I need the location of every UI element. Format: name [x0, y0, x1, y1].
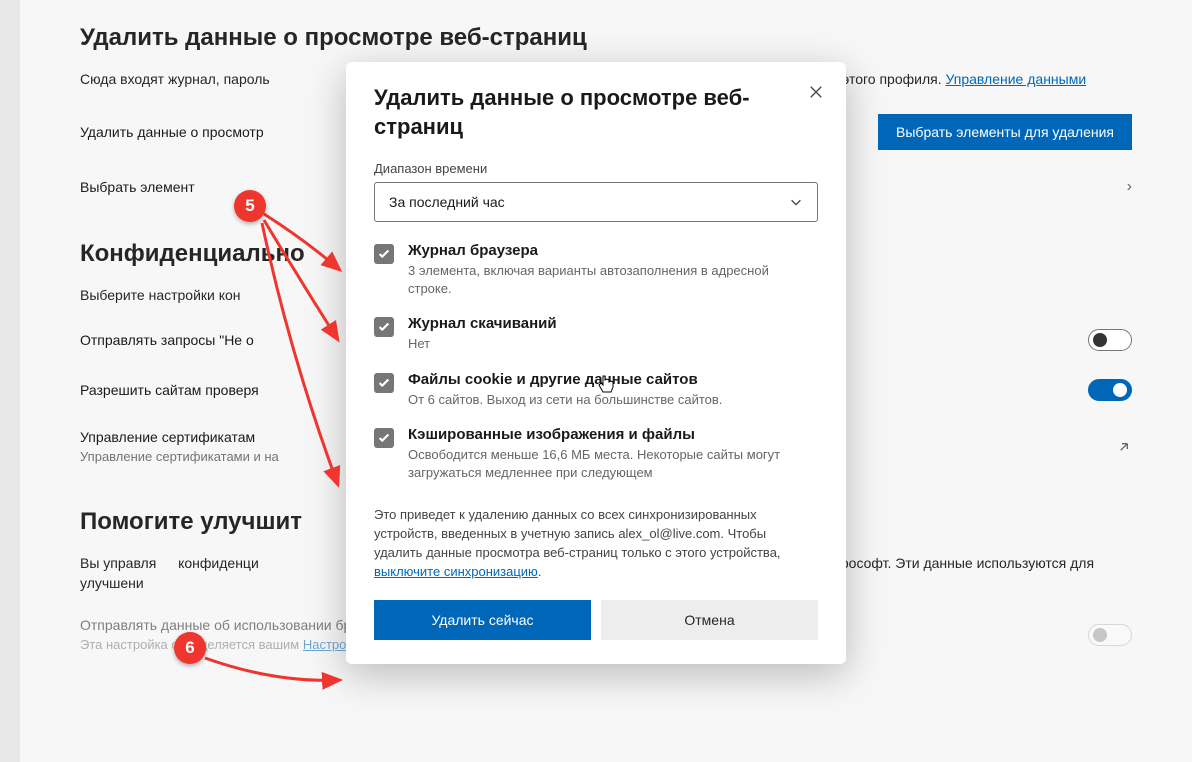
close-button[interactable]	[804, 80, 828, 104]
check-item-cache: Кэшированные изображения и файлы Освобод…	[374, 426, 804, 481]
check-item-download-history: Журнал скачиваний Нет	[374, 315, 804, 353]
annotation-badge-5: 5	[234, 190, 266, 222]
check-item-cookies: Файлы cookie и другие данные сайтов От 6…	[374, 371, 804, 409]
dialog-title: Удалить данные о просмотре веб-страниц	[374, 84, 818, 141]
chevron-down-icon	[789, 195, 803, 209]
checkbox-list[interactable]: Журнал браузера 3 элемента, включая вари…	[374, 242, 818, 492]
annotation-badge-6: 6	[174, 632, 206, 664]
clear-data-dialog: Удалить данные о просмотре веб-страниц Д…	[346, 62, 846, 664]
cancel-button[interactable]: Отмена	[601, 600, 818, 640]
checkbox-cookies[interactable]	[374, 373, 394, 393]
time-range-label: Диапазон времени	[374, 161, 818, 176]
sync-note: Это приведет к удалению данных со всех с…	[374, 506, 818, 581]
checkbox-download-history[interactable]	[374, 317, 394, 337]
close-icon	[809, 85, 823, 99]
time-range-select[interactable]: За последний час	[374, 182, 818, 222]
checkbox-browsing-history[interactable]	[374, 244, 394, 264]
disable-sync-link[interactable]: выключите синхронизацию	[374, 564, 538, 579]
check-item-browsing-history: Журнал браузера 3 элемента, включая вари…	[374, 242, 804, 297]
delete-now-button[interactable]: Удалить сейчас	[374, 600, 591, 640]
time-range-value: За последний час	[389, 194, 505, 210]
checkbox-cache[interactable]	[374, 428, 394, 448]
